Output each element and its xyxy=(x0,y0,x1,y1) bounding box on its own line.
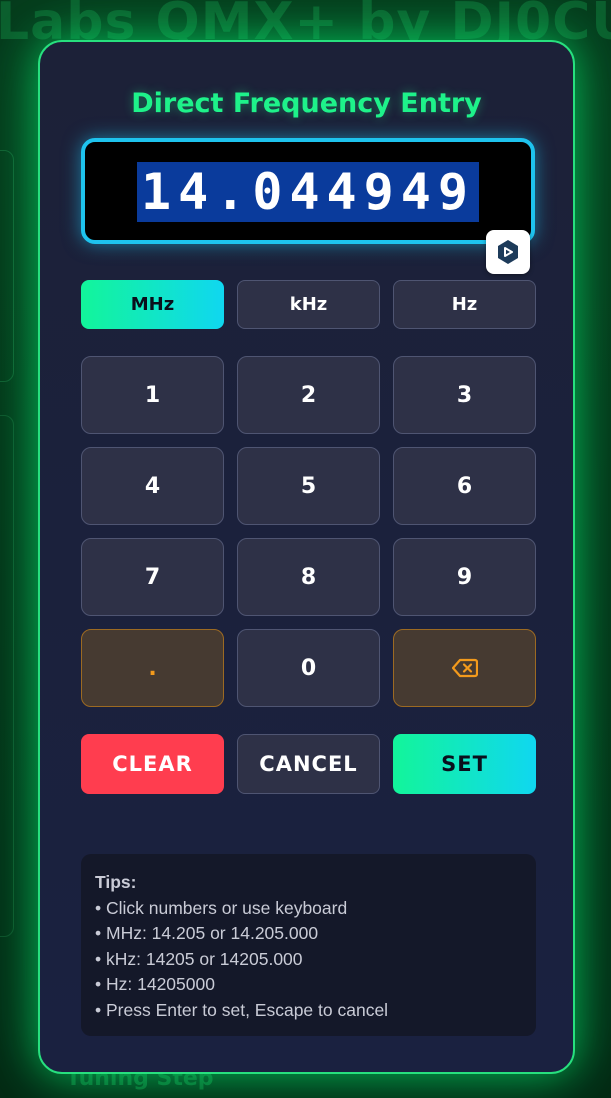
unit-khz-button[interactable]: kHz xyxy=(237,280,380,329)
key-3[interactable]: 3 xyxy=(393,356,536,434)
background-panel xyxy=(0,150,14,382)
unit-selector: MHz kHz Hz xyxy=(81,280,536,329)
unit-hz-button[interactable]: Hz xyxy=(393,280,536,329)
frequency-input[interactable] xyxy=(137,162,479,222)
key-4[interactable]: 4 xyxy=(81,447,224,525)
key-9[interactable]: 9 xyxy=(393,538,536,616)
clear-button[interactable]: CLEAR xyxy=(81,734,224,794)
key-5[interactable]: 5 xyxy=(237,447,380,525)
key-7[interactable]: 7 xyxy=(81,538,224,616)
key-decimal[interactable]: . xyxy=(81,629,224,707)
tips-panel: Tips: • Click numbers or use keyboard • … xyxy=(81,854,536,1036)
action-buttons: CLEAR CANCEL SET xyxy=(81,734,536,794)
unit-mhz-button[interactable]: MHz xyxy=(81,280,224,329)
backspace-button[interactable] xyxy=(393,629,536,707)
set-button[interactable]: SET xyxy=(393,734,536,794)
tip-line: • kHz: 14205 or 14205.000 xyxy=(95,948,303,969)
browser-extension-icon[interactable] xyxy=(486,230,530,274)
background-panel xyxy=(0,415,14,937)
dialog-title: Direct Frequency Entry xyxy=(131,88,482,119)
frequency-entry-dialog: Direct Frequency Entry MHz kHz Hz 1 2 3 … xyxy=(38,40,575,1074)
cancel-button[interactable]: CANCEL xyxy=(237,734,380,794)
key-8[interactable]: 8 xyxy=(237,538,380,616)
tip-line: • Press Enter to set, Escape to cancel xyxy=(95,999,389,1020)
backspace-icon xyxy=(451,658,478,678)
key-6[interactable]: 6 xyxy=(393,447,536,525)
extension-hexagon-icon xyxy=(498,240,518,264)
key-1[interactable]: 1 xyxy=(81,356,224,434)
key-2[interactable]: 2 xyxy=(237,356,380,434)
tip-line: • Hz: 14205000 xyxy=(95,974,215,995)
tip-line: • Click numbers or use keyboard xyxy=(95,897,348,918)
frequency-display xyxy=(81,138,535,244)
key-0[interactable]: 0 xyxy=(237,629,380,707)
tips-title: Tips: xyxy=(95,872,137,892)
tip-line: • MHz: 14.205 or 14.205.000 xyxy=(95,923,319,944)
